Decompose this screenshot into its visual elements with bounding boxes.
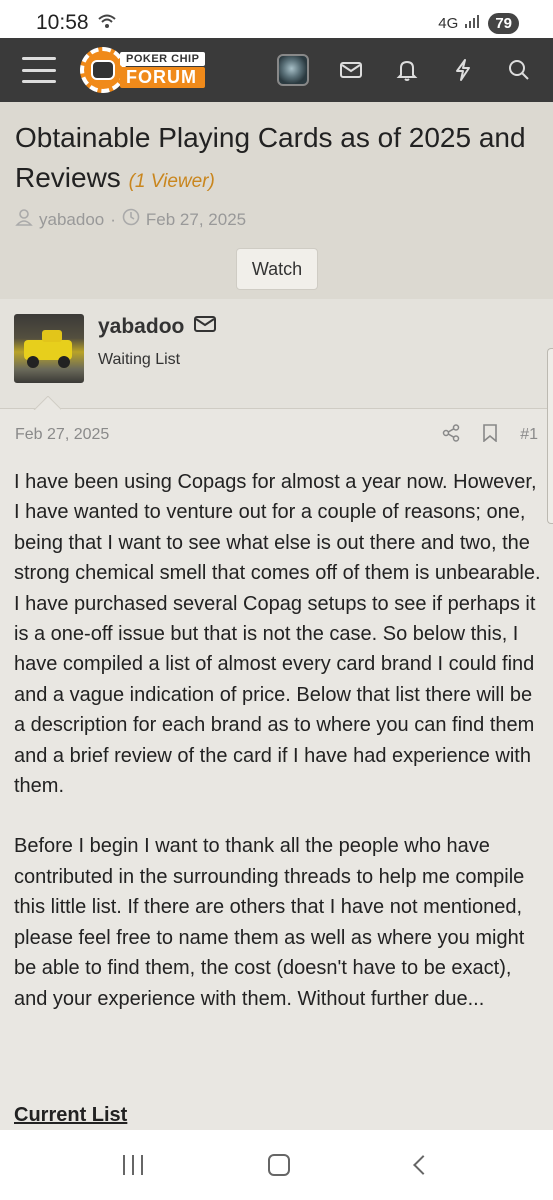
user-icon — [15, 208, 33, 231]
message-icon[interactable] — [194, 315, 217, 339]
mail-icon[interactable] — [337, 56, 365, 84]
viewer-count[interactable]: (1 Viewer) — [129, 171, 215, 192]
thread-author[interactable]: yabadoo — [39, 210, 104, 230]
bell-icon[interactable] — [393, 56, 421, 84]
post-paragraph: Before I begin I want to thank all the p… — [14, 835, 525, 1010]
share-icon[interactable] — [442, 423, 460, 447]
bookmark-icon[interactable] — [482, 423, 498, 447]
home-icon[interactable] — [268, 1154, 291, 1176]
thread-meta: yabadoo · Feb 27, 2025 — [15, 208, 246, 231]
logo-text-top: POKER CHIP — [120, 52, 206, 66]
search-icon[interactable] — [505, 56, 533, 84]
clock: 10:58 — [36, 11, 89, 34]
thread-header: Obtainable Playing Cards as of 2025 and … — [0, 102, 553, 299]
post-number[interactable]: #1 — [520, 426, 538, 444]
post-username: yabadoo — [98, 315, 217, 339]
meta-separator: · — [110, 209, 116, 229]
post-user-block: yabadoo Waiting List — [0, 299, 553, 409]
clock-icon — [122, 208, 140, 231]
thread-title: Obtainable Playing Cards as of 2025 and … — [15, 118, 545, 202]
back-icon[interactable] — [413, 1155, 434, 1175]
user-title: Waiting List — [98, 351, 181, 368]
forum-logo[interactable]: POKER CHIP FORUM — [80, 47, 206, 93]
post-body: I have been using Copags for almost a ye… — [14, 467, 544, 1044]
thread-date[interactable]: Feb 27, 2025 — [146, 210, 246, 230]
thread-title-text: Obtainable Playing Cards as of 2025 and … — [15, 122, 526, 193]
post-pointer — [33, 396, 61, 410]
recent-apps-icon[interactable] — [122, 1155, 143, 1175]
watch-button[interactable]: Watch — [236, 248, 318, 290]
section-heading: Current List — [14, 1104, 128, 1126]
network-label: 4G — [438, 14, 459, 32]
bolt-icon[interactable] — [449, 56, 477, 84]
scroll-handle[interactable] — [547, 348, 553, 524]
battery-indicator: 79 — [488, 12, 519, 34]
post-date[interactable]: Feb 27, 2025 — [15, 426, 109, 444]
menu-icon[interactable] — [22, 57, 56, 83]
system-nav-bar — [0, 1130, 553, 1200]
post-username-text[interactable]: yabadoo — [98, 315, 184, 339]
post-meta: Feb 27, 2025 #1 — [15, 420, 538, 450]
signal-icon — [464, 13, 482, 33]
user-avatar[interactable] — [14, 314, 84, 383]
logo-text-bottom: FORUM — [120, 67, 206, 88]
forum-nav-bar: POKER CHIP FORUM — [0, 38, 553, 102]
post-paragraph: I have been using Copags for almost a ye… — [14, 471, 541, 798]
account-avatar[interactable] — [277, 54, 309, 86]
wifi-icon — [97, 11, 117, 35]
